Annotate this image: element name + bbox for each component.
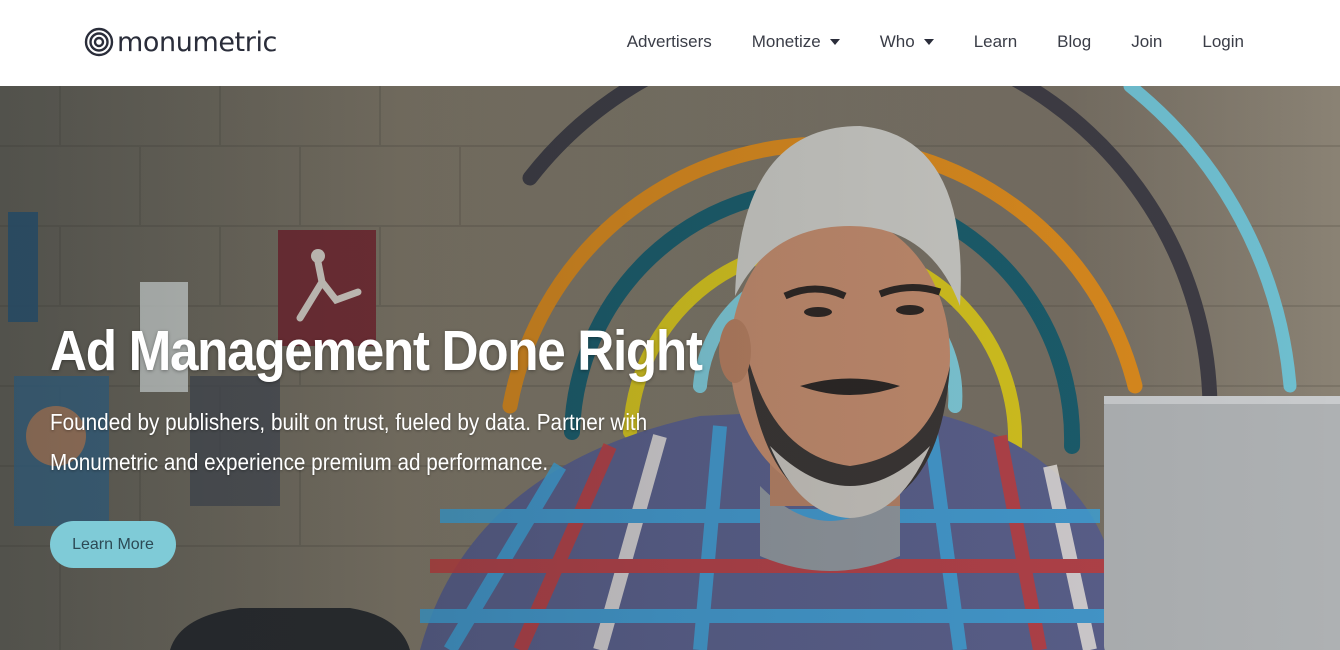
nav-item-label: Blog xyxy=(1057,32,1092,51)
main-nav: Advertisers Monetize Who Learn Blog Join… xyxy=(627,29,1244,55)
hero-section: Ad Management Done Right Founded by publ… xyxy=(0,86,1340,650)
hero-subtitle-line-1: Founded by publishers, built on trust, f… xyxy=(50,409,648,435)
nav-item-who[interactable]: Who xyxy=(880,32,934,52)
nav-item-label: Learn xyxy=(973,32,1018,51)
nav-item-label: Join xyxy=(1131,32,1163,51)
nav-item-monetize[interactable]: Monetize xyxy=(752,32,840,52)
nav-item-login[interactable]: Login xyxy=(1202,32,1244,52)
learn-more-button[interactable]: Learn More xyxy=(50,521,176,568)
nav-item-learn[interactable]: Learn xyxy=(974,32,1017,52)
hero-subtitle: Founded by publishers, built on trust, f… xyxy=(50,402,716,482)
nav-item-label: Who xyxy=(879,32,915,51)
nav-item-label: Login xyxy=(1202,32,1244,51)
hero-subtitle-line-2: Monumetric and experience premium ad per… xyxy=(50,449,549,475)
brand-logo[interactable]: monumetric xyxy=(84,24,277,60)
caret-down-icon xyxy=(923,39,934,45)
caret-down-icon xyxy=(829,39,840,45)
site-header: monumetric Advertisers Monetize Who Lear… xyxy=(0,0,1340,86)
brand-name: monumetric xyxy=(117,26,277,58)
nav-item-blog[interactable]: Blog xyxy=(1057,32,1091,52)
hero-title: Ad Management Done Right xyxy=(50,319,703,383)
concentric-circles-logo-icon xyxy=(84,27,114,57)
nav-item-join[interactable]: Join xyxy=(1131,32,1162,52)
nav-item-label: Monetize xyxy=(751,32,821,51)
nav-item-label: Advertisers xyxy=(626,32,712,51)
nav-item-advertisers[interactable]: Advertisers xyxy=(627,32,712,52)
